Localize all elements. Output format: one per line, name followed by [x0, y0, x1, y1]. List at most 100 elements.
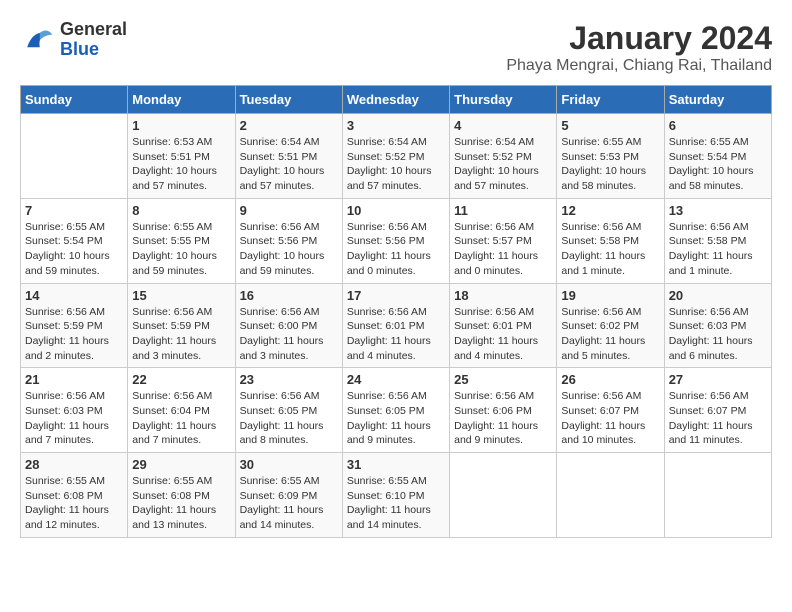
day-number: 19 — [561, 288, 659, 303]
day-info: Sunrise: 6:56 AM Sunset: 6:01 PM Dayligh… — [347, 305, 445, 364]
day-number: 18 — [454, 288, 552, 303]
header-cell-friday: Friday — [557, 86, 664, 114]
day-info: Sunrise: 6:56 AM Sunset: 6:01 PM Dayligh… — [454, 305, 552, 364]
day-info: Sunrise: 6:55 AM Sunset: 6:09 PM Dayligh… — [240, 474, 338, 533]
day-info: Sunrise: 6:55 AM Sunset: 5:55 PM Dayligh… — [132, 220, 230, 279]
day-cell: 1 Sunrise: 6:53 AM Sunset: 5:51 PM Daylig… — [128, 114, 235, 199]
day-cell: 14Sunrise: 6:56 AM Sunset: 5:59 PM Dayli… — [21, 283, 128, 368]
header-cell-saturday: Saturday — [664, 86, 771, 114]
day-cell: 15 Sunrise: 6:56 AM Sunset: 5:59 PM Dayli… — [128, 283, 235, 368]
day-number: 9 — [240, 203, 338, 218]
day-cell: 24 Sunrise: 6:56 AM Sunset: 6:05 PM Dayli… — [342, 368, 449, 453]
day-info: Sunrise: 6:56 AM Sunset: 5:56 PM Dayligh… — [240, 220, 338, 279]
day-number: 6 — [669, 118, 767, 133]
week-row-5: 28 Sunrise: 6:55 AM Sunset: 6:08 PM Dayli… — [21, 453, 772, 538]
day-number: 1 — [132, 118, 230, 133]
day-info: Sunrise: 6:56 AM Sunset: 6:02 PM Dayligh… — [561, 305, 659, 364]
day-number: 23 — [240, 372, 338, 387]
day-cell: 6 Sunrise: 6:55 AM Sunset: 5:54 PM Daylig… — [664, 114, 771, 199]
calendar-table: SundayMondayTuesdayWednesdayThursdayFrid… — [20, 85, 772, 538]
day-number: 26 — [561, 372, 659, 387]
day-info: Sunrise: 6:56 AM Sunset: 5:59 PM Dayligh… — [132, 305, 230, 364]
day-number: 10 — [347, 203, 445, 218]
day-number: 5 — [561, 118, 659, 133]
day-number: 20 — [669, 288, 767, 303]
day-cell: 2 Sunrise: 6:54 AM Sunset: 5:51 PM Daylig… — [235, 114, 342, 199]
day-number: 7 — [25, 203, 123, 218]
week-row-1: 1 Sunrise: 6:53 AM Sunset: 5:51 PM Daylig… — [21, 114, 772, 199]
day-number: 21 — [25, 372, 123, 387]
page-header: General Blue January 2024 Phaya Mengrai,… — [20, 20, 772, 75]
day-cell: 31 Sunrise: 6:55 AM Sunset: 6:10 PM Dayli… — [342, 453, 449, 538]
day-cell: 19 Sunrise: 6:56 AM Sunset: 6:02 PM Dayli… — [557, 283, 664, 368]
calendar-subtitle: Phaya Mengrai, Chiang Rai, Thailand — [506, 57, 772, 75]
day-info: Sunrise: 6:55 AM Sunset: 5:53 PM Dayligh… — [561, 135, 659, 194]
day-cell: 10 Sunrise: 6:56 AM Sunset: 5:56 PM Dayli… — [342, 198, 449, 283]
day-info: Sunrise: 6:56 AM Sunset: 6:07 PM Dayligh… — [561, 389, 659, 448]
day-info: Sunrise: 6:56 AM Sunset: 5:56 PM Dayligh… — [347, 220, 445, 279]
logo-text: General Blue — [60, 20, 127, 60]
day-cell: 30 Sunrise: 6:55 AM Sunset: 6:09 PM Dayli… — [235, 453, 342, 538]
day-number: 17 — [347, 288, 445, 303]
week-row-3: 14Sunrise: 6:56 AM Sunset: 5:59 PM Dayli… — [21, 283, 772, 368]
day-number: 27 — [669, 372, 767, 387]
day-cell: 29Sunrise: 6:55 AM Sunset: 6:08 PM Dayli… — [128, 453, 235, 538]
day-info: Sunrise: 6:56 AM Sunset: 6:04 PM Dayligh… — [132, 389, 230, 448]
day-info: Sunrise: 6:56 AM Sunset: 6:05 PM Dayligh… — [240, 389, 338, 448]
calendar-title: January 2024 — [506, 20, 772, 57]
day-number: 25 — [454, 372, 552, 387]
header-cell-monday: Monday — [128, 86, 235, 114]
day-info: Sunrise: 6:56 AM Sunset: 5:57 PM Dayligh… — [454, 220, 552, 279]
day-cell: 8Sunrise: 6:55 AM Sunset: 5:55 PM Daylig… — [128, 198, 235, 283]
day-number: 15 — [132, 288, 230, 303]
day-cell: 4Sunrise: 6:54 AM Sunset: 5:52 PM Daylig… — [450, 114, 557, 199]
day-info: Sunrise: 6:56 AM Sunset: 6:05 PM Dayligh… — [347, 389, 445, 448]
day-info: Sunrise: 6:56 AM Sunset: 5:58 PM Dayligh… — [669, 220, 767, 279]
day-cell: 12 Sunrise: 6:56 AM Sunset: 5:58 PM Dayli… — [557, 198, 664, 283]
day-cell: 21 Sunrise: 6:56 AM Sunset: 6:03 PM Dayli… — [21, 368, 128, 453]
day-number: 22 — [132, 372, 230, 387]
day-cell: 25Sunrise: 6:56 AM Sunset: 6:06 PM Dayli… — [450, 368, 557, 453]
logo-icon — [20, 22, 56, 58]
day-cell: 27 Sunrise: 6:56 AM Sunset: 6:07 PM Dayli… — [664, 368, 771, 453]
header-cell-tuesday: Tuesday — [235, 86, 342, 114]
day-cell: 26 Sunrise: 6:56 AM Sunset: 6:07 PM Dayli… — [557, 368, 664, 453]
day-info: Sunrise: 6:56 AM Sunset: 6:00 PM Dayligh… — [240, 305, 338, 364]
day-cell: 17 Sunrise: 6:56 AM Sunset: 6:01 PM Dayli… — [342, 283, 449, 368]
day-number: 24 — [347, 372, 445, 387]
day-info: Sunrise: 6:56 AM Sunset: 6:07 PM Dayligh… — [669, 389, 767, 448]
day-cell: 7Sunrise: 6:55 AM Sunset: 5:54 PM Daylig… — [21, 198, 128, 283]
day-cell: 16 Sunrise: 6:56 AM Sunset: 6:00 PM Dayli… — [235, 283, 342, 368]
day-number: 2 — [240, 118, 338, 133]
day-info: Sunrise: 6:56 AM Sunset: 5:58 PM Dayligh… — [561, 220, 659, 279]
day-info: Sunrise: 6:54 AM Sunset: 5:51 PM Dayligh… — [240, 135, 338, 194]
day-cell: 22 Sunrise: 6:56 AM Sunset: 6:04 PM Dayli… — [128, 368, 235, 453]
day-cell: 9 Sunrise: 6:56 AM Sunset: 5:56 PM Daylig… — [235, 198, 342, 283]
day-cell: 5 Sunrise: 6:55 AM Sunset: 5:53 PM Daylig… — [557, 114, 664, 199]
day-info: Sunrise: 6:55 AM Sunset: 5:54 PM Dayligh… — [669, 135, 767, 194]
day-cell: 13 Sunrise: 6:56 AM Sunset: 5:58 PM Dayli… — [664, 198, 771, 283]
header-cell-sunday: Sunday — [21, 86, 128, 114]
day-number: 31 — [347, 457, 445, 472]
day-number: 11 — [454, 203, 552, 218]
day-number: 28 — [25, 457, 123, 472]
title-block: January 2024 Phaya Mengrai, Chiang Rai, … — [506, 20, 772, 75]
day-number: 4 — [454, 118, 552, 133]
day-info: Sunrise: 6:55 AM Sunset: 6:08 PM Dayligh… — [25, 474, 123, 533]
day-number: 3 — [347, 118, 445, 133]
day-info: Sunrise: 6:56 AM Sunset: 6:03 PM Dayligh… — [25, 389, 123, 448]
day-number: 30 — [240, 457, 338, 472]
day-number: 12 — [561, 203, 659, 218]
day-number: 13 — [669, 203, 767, 218]
day-info: Sunrise: 6:55 AM Sunset: 6:10 PM Dayligh… — [347, 474, 445, 533]
week-row-2: 7Sunrise: 6:55 AM Sunset: 5:54 PM Daylig… — [21, 198, 772, 283]
header-cell-wednesday: Wednesday — [342, 86, 449, 114]
day-number: 16 — [240, 288, 338, 303]
day-info: Sunrise: 6:54 AM Sunset: 5:52 PM Dayligh… — [347, 135, 445, 194]
day-info: Sunrise: 6:53 AM Sunset: 5:51 PM Dayligh… — [132, 135, 230, 194]
day-info: Sunrise: 6:56 AM Sunset: 6:03 PM Dayligh… — [669, 305, 767, 364]
day-info: Sunrise: 6:55 AM Sunset: 6:08 PM Dayligh… — [132, 474, 230, 533]
header-cell-thursday: Thursday — [450, 86, 557, 114]
day-info: Sunrise: 6:56 AM Sunset: 5:59 PM Dayligh… — [25, 305, 123, 364]
day-cell: 18 Sunrise: 6:56 AM Sunset: 6:01 PM Dayli… — [450, 283, 557, 368]
